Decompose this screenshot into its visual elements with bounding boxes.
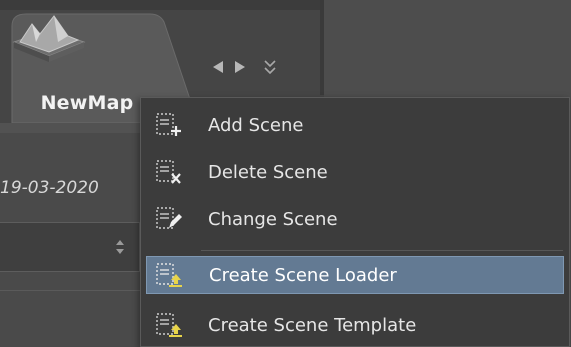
menu-item-label: Create Scene Loader (209, 264, 397, 286)
dropdown-select[interactable] (0, 222, 140, 272)
menu-item-change-scene[interactable]: Change Scene (146, 200, 564, 238)
spinner-arrows-icon (116, 240, 124, 254)
left-panel-header (0, 123, 150, 133)
menu-item-create-scene-template[interactable]: Create Scene Template (146, 306, 564, 344)
add-scene-icon (156, 113, 181, 136)
menu-item-add-scene[interactable]: Add Scene (146, 106, 564, 144)
scene-template-icon (156, 313, 182, 337)
app-window: NewMap 19-03-2020 Add Scene Delete Scene… (0, 0, 571, 347)
map-terrain-icon (12, 15, 86, 62)
menu-item-create-scene-loader[interactable]: Create Scene Loader (146, 256, 564, 294)
menu-item-label: Delete Scene (208, 161, 328, 183)
delete-scene-icon (156, 160, 181, 184)
panel-divider[interactable] (320, 0, 324, 95)
chevron-double-down-icon[interactable] (262, 58, 278, 76)
tab-navigation (210, 54, 278, 80)
menu-item-label: Change Scene (208, 208, 338, 230)
arrow-left-icon[interactable] (210, 58, 226, 76)
scene-loader-icon (156, 263, 182, 287)
menu-item-label: Add Scene (208, 114, 304, 136)
change-scene-icon (156, 207, 182, 229)
tab-label: NewMap (40, 92, 134, 114)
arrow-right-icon[interactable] (232, 58, 248, 76)
context-menu: Add Scene Delete Scene Change Scene Crea… (140, 97, 570, 347)
menu-separator (201, 250, 563, 251)
divider (0, 290, 150, 291)
menu-item-delete-scene[interactable]: Delete Scene (146, 153, 564, 191)
menu-item-label: Create Scene Template (208, 314, 417, 336)
date-label: 19-03-2020 (0, 178, 99, 198)
